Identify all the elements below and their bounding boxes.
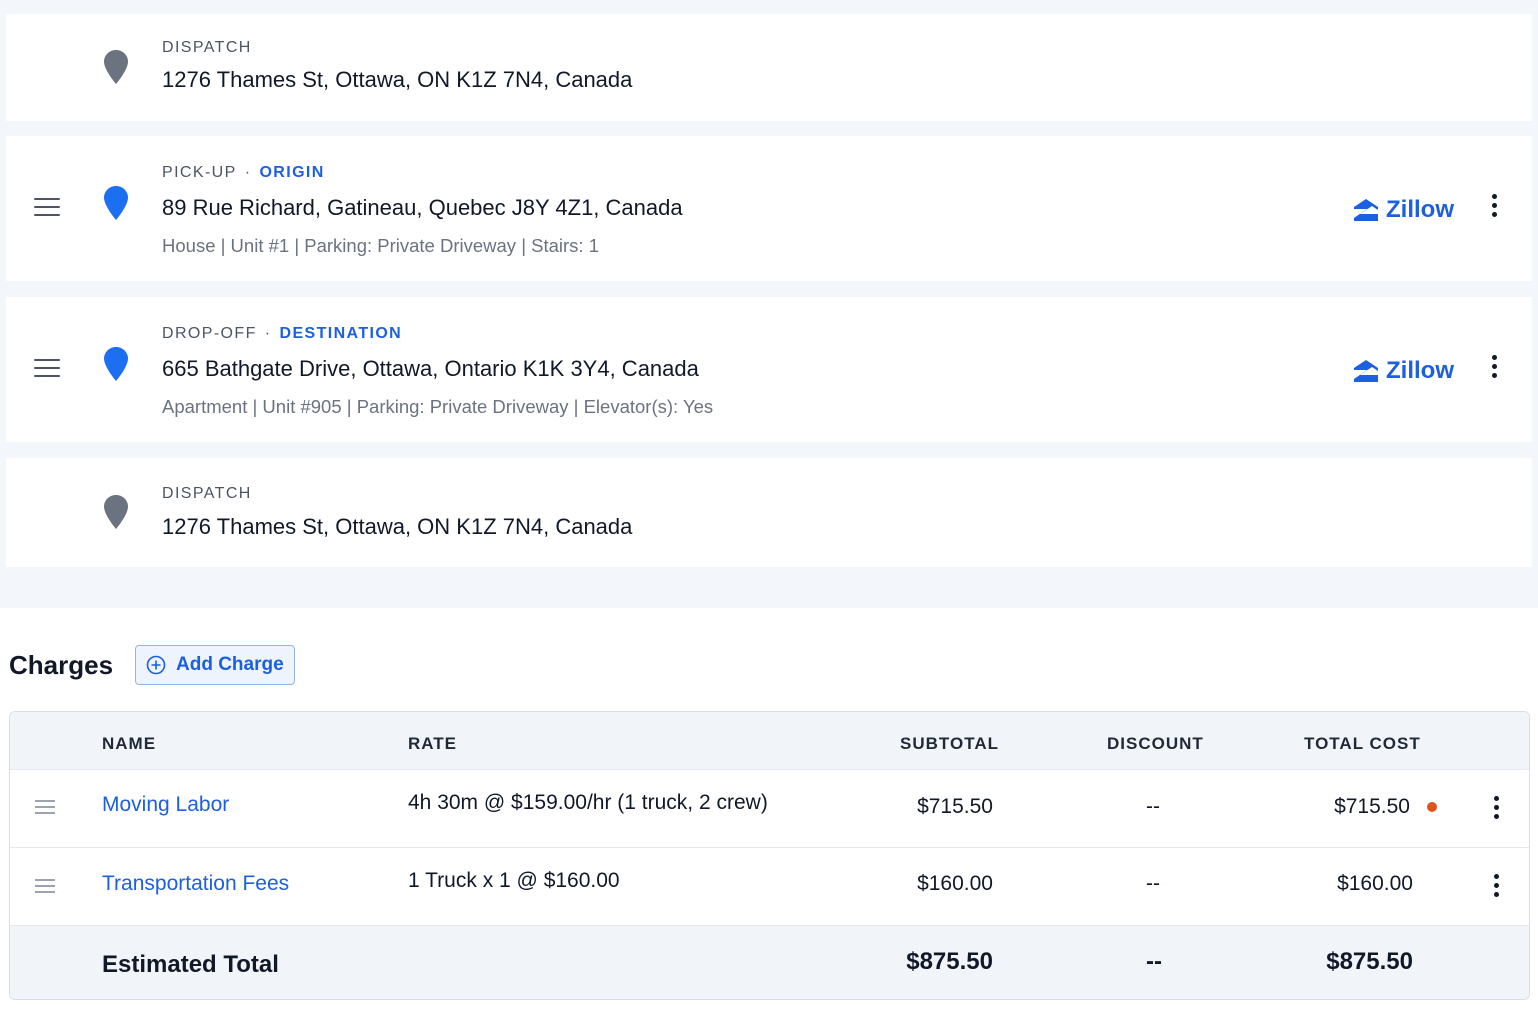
stop-dispatch-start: DISPATCH 1276 Thames St, Ottawa, ON K1Z …	[6, 14, 1532, 121]
drag-handle-icon[interactable]	[35, 800, 55, 818]
more-options-icon[interactable]	[1490, 355, 1498, 385]
table-header: NAME RATE SUBTOTAL DISCOUNT TOTAL COST	[10, 712, 1529, 770]
charge-discount: --	[1146, 872, 1160, 895]
stop-address: 1276 Thames St, Ottawa, ON K1Z 7N4, Cana…	[162, 67, 633, 92]
stop-role: ORIGIN	[259, 164, 325, 181]
stop-details: House | Unit #1 | Parking: Private Drive…	[162, 235, 599, 256]
column-header-subtotal: SUBTOTAL	[900, 734, 999, 753]
table-footer: Estimated Total $875.50 -- $875.50	[10, 926, 1529, 999]
drag-handle-icon[interactable]	[35, 879, 55, 897]
stop-address: 1276 Thames St, Ottawa, ON K1Z 7N4, Cana…	[162, 514, 633, 539]
zillow-icon	[1354, 199, 1378, 221]
charges-table: NAME RATE SUBTOTAL DISCOUNT TOTAL COST M…	[9, 711, 1530, 1000]
location-pin-icon	[104, 50, 128, 84]
stop-details: Apartment | Unit #905 | Parking: Private…	[162, 396, 714, 417]
stop-label: DISPATCH	[162, 39, 252, 56]
stop-pickup: PICK-UP · ORIGIN 89 Rue Richard, Gatineau,…	[6, 136, 1532, 281]
charges-heading: Charges	[9, 650, 114, 680]
stop-dispatch-end: DISPATCH 1276 Thames St, Ottawa, ON K1Z …	[6, 458, 1532, 567]
estimated-subtotal: $875.50	[906, 948, 993, 975]
charge-total: $160.00	[1337, 872, 1413, 895]
charge-discount: --	[1146, 795, 1160, 818]
drag-handle-icon[interactable]	[34, 198, 60, 218]
stop-address: 89 Rue Richard, Gatineau, Quebec J8Y 4Z1…	[162, 195, 683, 220]
estimated-total-label: Estimated Total	[102, 951, 279, 978]
charge-rate: 1 Truck x 1 @ $160.00	[408, 869, 620, 892]
zillow-icon	[1354, 360, 1378, 382]
column-header-name: NAME	[102, 734, 157, 753]
column-header-total: TOTAL COST	[1304, 734, 1421, 753]
drag-handle-icon[interactable]	[34, 359, 60, 379]
charge-subtotal: $160.00	[917, 872, 993, 895]
stop-dropoff: DROP-OFF · DESTINATION 665 Bathgate Drive,…	[6, 297, 1532, 442]
more-options-icon[interactable]	[1490, 194, 1498, 224]
stop-label: DISPATCH	[162, 485, 252, 502]
column-header-discount: DISCOUNT	[1107, 734, 1204, 753]
more-options-icon[interactable]	[1492, 874, 1500, 904]
table-row: Transportation Fees 1 Truck x 1 @ $160.0…	[10, 848, 1529, 926]
zillow-link[interactable]: Zillow	[1354, 357, 1454, 385]
charge-subtotal: $715.50	[917, 795, 993, 818]
table-row: Moving Labor 4h 30m @ $159.00/hr (1 truc…	[10, 770, 1529, 848]
stop-label: DROP-OFF · DESTINATION	[162, 325, 403, 342]
charge-name-link[interactable]: Moving Labor	[102, 793, 229, 817]
estimated-discount: --	[1146, 948, 1162, 975]
status-dot-icon	[1427, 802, 1437, 812]
charge-name-link[interactable]: Transportation Fees	[102, 872, 289, 896]
estimated-total-cost: $875.50	[1326, 948, 1413, 975]
charge-total: $715.50	[1334, 795, 1410, 818]
zillow-link[interactable]: Zillow	[1354, 196, 1454, 224]
add-circle-icon	[146, 655, 166, 675]
stop-role: DESTINATION	[279, 325, 403, 342]
stop-address: 665 Bathgate Drive, Ottawa, Ontario K1K …	[162, 356, 699, 381]
location-pin-icon	[104, 495, 128, 529]
column-header-rate: RATE	[408, 734, 458, 753]
charge-rate: 4h 30m @ $159.00/hr (1 truck, 2 crew)	[408, 791, 768, 814]
location-pin-icon	[104, 186, 128, 220]
add-charge-button[interactable]: Add Charge	[135, 645, 295, 685]
stop-label: PICK-UP · ORIGIN	[162, 164, 325, 181]
more-options-icon[interactable]	[1492, 796, 1500, 826]
location-pin-icon	[104, 347, 128, 381]
